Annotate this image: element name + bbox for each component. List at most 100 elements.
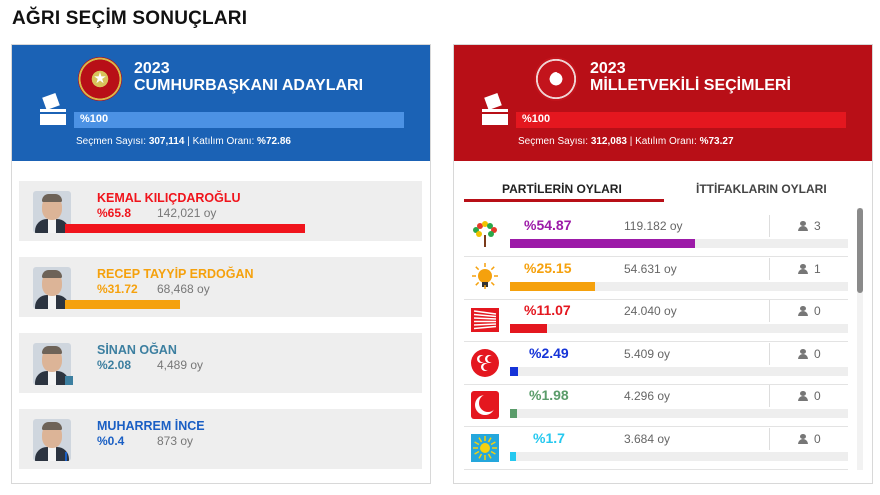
party-percent: %1.7 — [533, 430, 565, 446]
party-vote-track — [510, 324, 848, 333]
party-votes: 4.296 oy — [624, 389, 671, 403]
turnout-label: | Katılım Oranı: — [187, 136, 255, 147]
person-icon — [798, 434, 808, 444]
party-seats: 0 — [798, 304, 821, 318]
party-row[interactable]: %1.7 3.684 oy 0 — [464, 428, 848, 470]
party-seat-count: 0 — [814, 304, 821, 318]
party-votes: 119.182 oy — [624, 219, 683, 233]
party-seat-count: 0 — [814, 389, 821, 403]
active-tab-indicator — [464, 199, 664, 202]
parliament-title: MİLLETVEKİLİ SEÇİMLERİ — [590, 77, 791, 94]
presidential-year: 2023 — [134, 60, 170, 77]
party-vote-track — [510, 282, 848, 291]
person-icon — [798, 391, 808, 401]
party-seats: 0 — [798, 432, 821, 446]
party-vote-track — [510, 367, 848, 376]
three-crescents-logo-icon — [471, 349, 499, 377]
party-votes: 24.040 oy — [624, 304, 677, 318]
party-vote-track — [510, 239, 848, 248]
party-row[interactable]: %2.49 5.409 oy 0 — [464, 343, 848, 385]
parliament-count-progress: %100 — [516, 112, 846, 128]
candidate-votes: 68,468 oy — [157, 282, 210, 296]
presidential-progress-label: %100 — [80, 113, 109, 125]
divider — [769, 385, 770, 407]
voters-count: 307,114 — [148, 136, 185, 147]
parliament-seal-icon: ☾ — [534, 57, 578, 101]
party-vote-bar — [510, 452, 516, 461]
party-seats: 0 — [798, 347, 821, 361]
party-row[interactable]: %54.87 119.182 oy 3 — [464, 215, 848, 257]
person-icon — [798, 306, 808, 316]
party-vote-track — [510, 452, 848, 461]
turnout-label: | Katılım Oranı: — [629, 136, 697, 147]
divider — [769, 343, 770, 365]
party-row[interactable]: %25.15 54.631 oy 1 — [464, 258, 848, 300]
divider — [769, 428, 770, 450]
candidate-name: MUHARREM İNCE — [97, 419, 205, 433]
voters-count: 312,083 — [590, 136, 627, 147]
turnout-value: %73.27 — [699, 136, 734, 147]
parliament-panel: ☾ 2023 MİLLETVEKİLİ SEÇİMLERİ %100 Seçme… — [453, 44, 873, 484]
tab-party-votes[interactable]: PARTİLERİN OYLARI — [502, 182, 622, 196]
party-vote-bar — [510, 367, 518, 376]
party-list-scroll-thumb[interactable] — [857, 208, 863, 293]
party-row[interactable]: %1.98 4.296 oy 0 — [464, 385, 848, 427]
candidate-percent: %31.72 — [97, 282, 138, 296]
candidate-name: SİNAN OĞAN — [97, 343, 177, 357]
divider — [769, 215, 770, 237]
party-votes: 3.684 oy — [624, 432, 671, 446]
page-title: AĞRI SEÇİM SONUÇLARI — [12, 8, 248, 29]
sun-logo-icon — [471, 434, 499, 462]
lightbulb-logo-icon — [472, 263, 498, 289]
presidential-stats: Seçmen Sayısı: 307,114 | Katılım Oranı: … — [76, 136, 291, 147]
candidate-name: KEMAL KILIÇDAROĞLU — [97, 191, 241, 205]
candidate-percent: %65.8 — [97, 206, 132, 220]
ballot-box-icon — [482, 92, 508, 125]
party-row[interactable]: %11.07 24.040 oy 0 — [464, 300, 848, 342]
party-seats: 0 — [798, 389, 821, 403]
divider — [769, 258, 770, 280]
candidate-card[interactable]: SİNAN OĞAN %2.08 4,489 oy — [19, 333, 422, 393]
candidate-vote-bar — [65, 376, 73, 385]
presidential-panel: ★ 2023 CUMHURBAŞKANI ADAYLARI %100 Seçme… — [11, 44, 431, 484]
presidential-title: CUMHURBAŞKANI ADAYLARI — [134, 77, 364, 94]
candidate-vote-bar — [65, 224, 305, 233]
candidate-percent: %2.08 — [97, 358, 132, 372]
voters-label: Seçmen Sayısı: — [518, 136, 589, 147]
person-icon — [798, 264, 808, 274]
candidate-name: RECEP TAYYİP ERDOĞAN — [97, 267, 254, 281]
person-icon — [798, 221, 808, 231]
candidate-card[interactable]: KEMAL KILIÇDAROĞLU %65.8 142,021 oy — [19, 181, 422, 241]
candidate-card[interactable]: RECEP TAYYİP ERDOĞAN %31.72 68,468 oy — [19, 257, 422, 317]
person-icon — [798, 349, 808, 359]
parliament-header: ☾ 2023 MİLLETVEKİLİ SEÇİMLERİ %100 Seçme… — [454, 45, 872, 161]
party-vote-bar — [510, 324, 547, 333]
party-vote-bar — [510, 239, 695, 248]
presidential-seal-icon: ★ — [78, 57, 122, 101]
party-percent: %25.15 — [524, 260, 572, 276]
party-votes: 54.631 oy — [624, 262, 677, 276]
presidential-count-progress: %100 — [74, 112, 404, 128]
candidate-vote-bar — [65, 452, 67, 461]
parliament-year: 2023 — [590, 60, 626, 77]
party-seat-count: 0 — [814, 347, 821, 361]
candidate-percent: %0.4 — [97, 434, 125, 448]
party-seats: 3 — [798, 219, 821, 233]
candidate-votes: 4,489 oy — [157, 358, 204, 372]
party-seat-count: 0 — [814, 432, 821, 446]
party-vote-bar — [510, 282, 595, 291]
tree-logo-icon — [473, 221, 497, 247]
party-seat-count: 3 — [814, 219, 821, 233]
candidate-votes: 873 oy — [157, 434, 194, 448]
party-percent: %54.87 — [524, 217, 572, 233]
party-seats: 1 — [798, 262, 821, 276]
turnout-value: %72.86 — [257, 136, 291, 147]
candidate-vote-bar — [65, 300, 180, 309]
candidate-votes: 142,021 oy — [157, 206, 217, 220]
candidate-card[interactable]: MUHARREM İNCE %0.4 873 oy — [19, 409, 422, 469]
party-vote-bar — [510, 409, 517, 418]
party-seat-count: 1 — [814, 262, 821, 276]
party-percent: %2.49 — [529, 345, 569, 361]
party-percent: %11.07 — [524, 302, 571, 318]
tab-alliance-votes[interactable]: İTTİFAKLARIN OYLARI — [696, 182, 827, 196]
